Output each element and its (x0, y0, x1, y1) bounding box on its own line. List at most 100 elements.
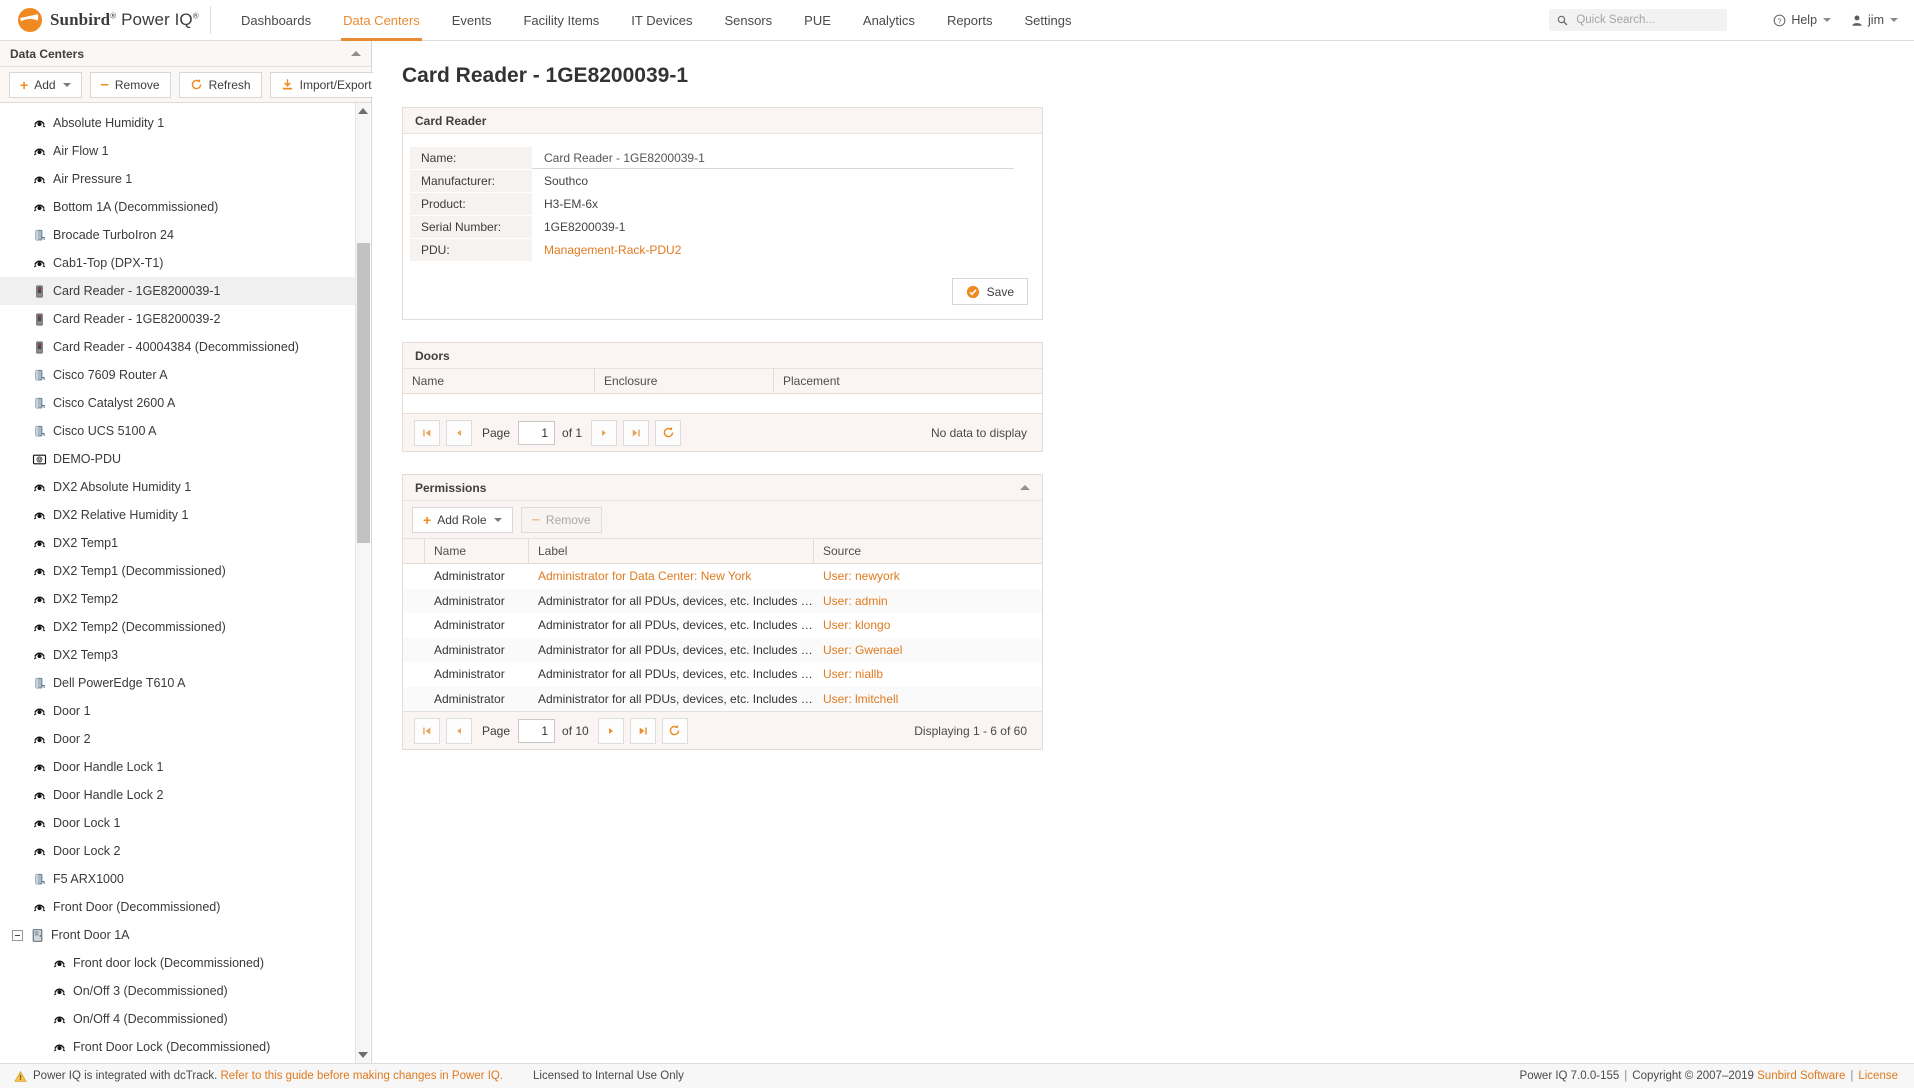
collapse-permissions-icon[interactable] (1020, 485, 1030, 490)
doors-column-enclosure[interactable]: Enclosure (595, 369, 774, 393)
permission-source-cell[interactable]: User: lmitchell (814, 692, 1042, 706)
permissions-first-page-button[interactable] (414, 718, 440, 744)
sidebar-scrollbar[interactable] (355, 103, 370, 1063)
nav-item-data-centers[interactable]: Data Centers (327, 0, 436, 41)
permission-source-cell[interactable]: User: niallb (814, 667, 1042, 681)
scroll-down-arrow[interactable] (356, 1047, 370, 1063)
refresh-button[interactable]: Refresh (179, 72, 262, 98)
tree-item[interactable]: DX2 Temp1 (Decommissioned) (0, 557, 356, 585)
scrollbar-thumb[interactable] (357, 243, 370, 543)
tree-expander-icon[interactable] (12, 930, 23, 941)
doors-column-placement[interactable]: Placement (774, 369, 1042, 393)
add-role-button[interactable]: + Add Role (412, 507, 513, 533)
tree-item[interactable]: Card Reader - 1GE8200039-2 (0, 305, 356, 333)
doors-last-page-button[interactable] (623, 420, 649, 446)
remove-button[interactable]: – Remove (90, 72, 171, 98)
tree-item[interactable]: Dell PowerEdge T610 A (0, 669, 356, 697)
table-row[interactable]: AdministratorAdministrator for all PDUs,… (403, 638, 1042, 663)
tree-item[interactable]: DX2 Absolute Humidity 1 (0, 473, 356, 501)
permissions-column-label[interactable]: Label (529, 539, 814, 563)
tree-item[interactable]: Door Lock 2 (0, 837, 356, 865)
tree-item[interactable]: DX2 Temp2 (Decommissioned) (0, 613, 356, 641)
add-button[interactable]: + Add (9, 72, 82, 98)
tree-item[interactable]: F5 ARX1000 (0, 865, 356, 893)
user-menu[interactable]: jim (1851, 13, 1898, 27)
app-logo[interactable]: Sunbird® Power IQ® (0, 8, 210, 32)
nav-item-analytics[interactable]: Analytics (847, 0, 931, 41)
permissions-column-name[interactable]: Name (425, 539, 529, 563)
save-button[interactable]: Save (952, 278, 1028, 305)
permission-source-cell[interactable]: User: newyork (814, 569, 1042, 583)
tree-item[interactable]: Door 2 (0, 725, 356, 753)
nav-item-settings[interactable]: Settings (1008, 0, 1087, 41)
scroll-up-arrow[interactable] (356, 103, 370, 119)
permissions-prev-page-button[interactable] (446, 718, 472, 744)
doors-page-input[interactable] (518, 421, 555, 445)
tree-item[interactable]: Cab1-Top (DPX-T1) (0, 249, 356, 277)
tree-item[interactable]: Absolute Humidity 1 (0, 109, 356, 137)
permission-source-cell[interactable]: User: klongo (814, 618, 1042, 632)
permission-source-cell[interactable]: User: Gwenael (814, 643, 1042, 657)
nav-item-reports[interactable]: Reports (931, 0, 1009, 41)
tree-item[interactable]: Air Pressure 1 (0, 165, 356, 193)
tree-item[interactable]: Card Reader - 40004384 (Decommissioned) (0, 333, 356, 361)
nav-item-facility-items[interactable]: Facility Items (507, 0, 615, 41)
nav-item-pue[interactable]: PUE (788, 0, 847, 41)
help-menu[interactable]: ? Help (1773, 13, 1831, 27)
tree-item[interactable]: DX2 Temp1 (0, 529, 356, 557)
doors-prev-page-button[interactable] (446, 420, 472, 446)
tree-item[interactable]: Door Handle Lock 1 (0, 753, 356, 781)
tree-item[interactable]: Front door lock (Decommissioned) (0, 949, 356, 977)
nav-item-it-devices[interactable]: IT Devices (615, 0, 708, 41)
nav-item-dashboards[interactable]: Dashboards (225, 0, 327, 41)
collapse-panel-icon[interactable] (351, 51, 361, 56)
tree-item[interactable]: On/Off 4 (Decommissioned) (0, 1005, 356, 1033)
permission-label-cell[interactable]: Administrator for Data Center: New York (529, 569, 814, 583)
form-field-input[interactable]: Card Reader - 1GE8200039-1 (532, 147, 1014, 169)
tree-item[interactable]: DEMO-PDU (0, 445, 356, 473)
permissions-refresh-button[interactable] (662, 718, 688, 744)
tree-item[interactable]: Front Door (Decommissioned) (0, 893, 356, 921)
doors-empty-row (403, 394, 1042, 413)
import-export-button[interactable]: Import/Export (270, 72, 383, 98)
tree-item[interactable]: Brocade TurboIron 24 (0, 221, 356, 249)
permissions-page-input[interactable] (518, 719, 555, 743)
tree-item[interactable]: Bottom 1A (Decommissioned) (0, 193, 356, 221)
nav-item-events[interactable]: Events (436, 0, 508, 41)
table-row[interactable]: AdministratorAdministrator for all PDUs,… (403, 662, 1042, 687)
sensor-icon (30, 564, 48, 579)
tree-item[interactable]: DX2 Temp2 (0, 585, 356, 613)
doors-column-name[interactable]: Name (403, 369, 595, 393)
table-row[interactable]: AdministratorAdministrator for Data Cent… (403, 564, 1042, 589)
tree-item[interactable]: DX2 Relative Humidity 1 (0, 501, 356, 529)
tree-item[interactable]: Front Door 1A (0, 921, 356, 949)
nav-item-sensors[interactable]: Sensors (708, 0, 788, 41)
doors-next-page-button[interactable] (591, 420, 617, 446)
dctrack-guide-link[interactable]: Refer to this guide before making change… (220, 1070, 503, 1082)
permissions-column-source[interactable]: Source (814, 539, 1042, 563)
permissions-last-page-button[interactable] (630, 718, 656, 744)
table-row[interactable]: AdministratorAdministrator for all PDUs,… (403, 589, 1042, 614)
license-link[interactable]: License (1858, 1070, 1898, 1082)
tree-item[interactable]: Door 1 (0, 697, 356, 725)
tree-item[interactable]: Door Handle Lock 2 (0, 781, 356, 809)
tree-item[interactable]: Air Flow 1 (0, 137, 356, 165)
quick-search-box[interactable] (1549, 9, 1727, 31)
doors-first-page-button[interactable] (414, 420, 440, 446)
table-row[interactable]: AdministratorAdministrator for all PDUs,… (403, 613, 1042, 638)
tree-item[interactable]: Door Lock 1 (0, 809, 356, 837)
tree-item[interactable]: Front Door Lock (Decommissioned) (0, 1033, 356, 1061)
tree-item[interactable]: Cisco Catalyst 2600 A (0, 389, 356, 417)
tree-item[interactable]: Card Reader - 1GE8200039-1 (0, 277, 356, 305)
table-row[interactable]: AdministratorAdministrator for all PDUs,… (403, 687, 1042, 712)
tree-item[interactable]: Cisco UCS 5100 A (0, 417, 356, 445)
permissions-next-page-button[interactable] (598, 718, 624, 744)
sunbird-software-link[interactable]: Sunbird Software (1757, 1070, 1845, 1082)
permission-source-cell[interactable]: User: admin (814, 594, 1042, 608)
search-input[interactable] (1574, 13, 1719, 27)
tree-item[interactable]: Cisco 7609 Router A (0, 361, 356, 389)
tree-item[interactable]: On/Off 3 (Decommissioned) (0, 977, 356, 1005)
tree-item[interactable]: DX2 Temp3 (0, 641, 356, 669)
form-field-link[interactable]: Management-Rack-PDU2 (532, 239, 1042, 261)
doors-refresh-button[interactable] (655, 420, 681, 446)
